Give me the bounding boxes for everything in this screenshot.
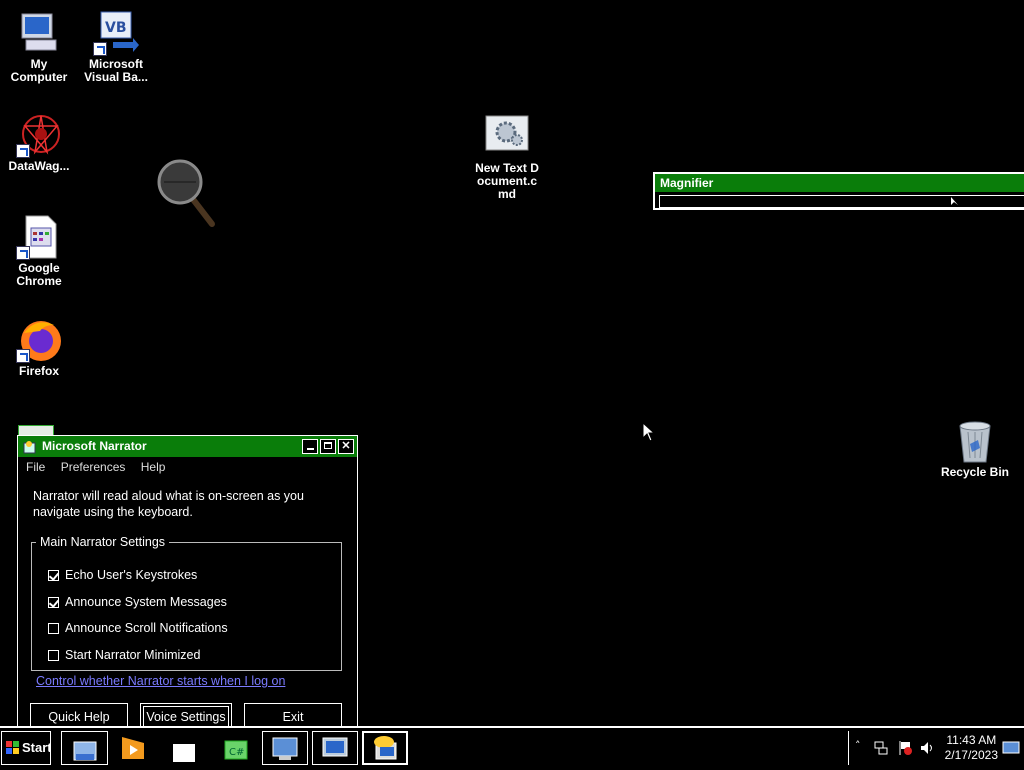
- desktop-icon-label: DataWag...: [8, 159, 70, 173]
- shortcut-arrow-icon: [16, 246, 30, 260]
- start-button[interactable]: Start: [1, 731, 51, 765]
- desktop-icon-label: New Text Document.cmd: [475, 161, 539, 201]
- start-label: Start: [22, 740, 51, 755]
- checkbox-label: Start Narrator Minimized: [65, 648, 201, 662]
- desktop-icon-firefox[interactable]: Firefox: [1, 317, 77, 378]
- desktop-icon-label: Firefox: [18, 364, 59, 378]
- narrator-titlebar[interactable]: Microsoft Narrator ✕: [18, 436, 357, 457]
- system-tray: ˄ 11:43 AM 2/17/2023: [848, 731, 1024, 765]
- desktop-icon-chrome[interactable]: Google Chrome: [1, 214, 77, 288]
- close-icon: ✕: [341, 440, 351, 452]
- windows-logo-icon: [6, 741, 19, 754]
- desktop-icon-label: Recycle Bin: [940, 465, 1010, 479]
- checkbox-announce-scroll[interactable]: Announce Scroll Notifications: [48, 621, 228, 635]
- show-desktop-tray-icon[interactable]: [1002, 740, 1020, 756]
- desktop-icon-cmd-file[interactable]: New Text Document.cmd: [469, 114, 545, 201]
- network-tray-icon[interactable]: [873, 740, 889, 756]
- clock[interactable]: 11:43 AM 2/17/2023: [945, 733, 998, 763]
- explorer-icon: [73, 741, 97, 761]
- checkbox-label: Echo User's Keystrokes: [65, 568, 198, 582]
- checkbox-checked-icon[interactable]: [48, 597, 59, 608]
- datawag-icon: [16, 112, 62, 158]
- clock-date: 2/17/2023: [944, 748, 998, 762]
- menu-preferences[interactable]: Preferences: [61, 457, 126, 477]
- main-settings-group: Main Narrator Settings Echo User's Keyst…: [31, 535, 342, 671]
- desktop-icon-label: My Computer: [10, 57, 68, 84]
- desktop-icon-recycle-bin[interactable]: Recycle Bin: [937, 418, 1013, 479]
- narrator-window[interactable]: Microsoft Narrator ✕ File Preferences He…: [17, 435, 358, 733]
- narrator-app-icon: [23, 441, 36, 454]
- desktop-icon-datawag[interactable]: DataWag...: [1, 112, 77, 173]
- checkbox-unchecked-icon[interactable]: [48, 650, 59, 661]
- menu-file[interactable]: File: [26, 457, 45, 477]
- quicklaunch-explorer[interactable]: [61, 731, 108, 765]
- quicklaunch-media[interactable]: [118, 733, 148, 763]
- quicklaunch-network[interactable]: C#: [222, 733, 252, 763]
- minimize-icon: [306, 448, 314, 450]
- desktop-icon-my-computer[interactable]: My Computer: [1, 10, 77, 84]
- media-player-icon: [122, 737, 144, 759]
- checkbox-label: Announce System Messages: [65, 595, 227, 609]
- menu-help[interactable]: Help: [141, 457, 166, 477]
- magnifier-title: Magnifier: [655, 174, 1024, 192]
- minimize-button[interactable]: [302, 439, 318, 454]
- checkbox-announce-system-messages[interactable]: Announce System Messages: [48, 595, 227, 609]
- cursor-icon: [951, 197, 958, 205]
- checkbox-start-minimized[interactable]: Start Narrator Minimized: [48, 648, 200, 662]
- maximize-icon: [324, 442, 332, 449]
- group-label: Main Narrator Settings: [40, 535, 166, 549]
- maximize-button[interactable]: [320, 439, 336, 454]
- clock-time: 11:43 AM: [946, 733, 997, 747]
- action-center-flag-icon[interactable]: [897, 740, 913, 756]
- taskbar-narrator-button[interactable]: [362, 731, 408, 765]
- tray-expand-icon[interactable]: ˄: [855, 739, 861, 752]
- quicklaunch-computer[interactable]: [312, 731, 358, 765]
- taskbar: Start C# ˄ 11:43 AM 2/17/2023: [0, 726, 1024, 768]
- shortcut-arrow-icon: [16, 144, 30, 158]
- quicklaunch-desktop[interactable]: [262, 731, 308, 765]
- desktop-icon-visual-basic[interactable]: VB Microsoft Visual Ba...: [78, 10, 154, 84]
- svg-text:C#: C#: [229, 747, 244, 758]
- show-desktop-icon: [272, 737, 298, 760]
- magnifier-window[interactable]: Magnifier: [653, 172, 1024, 210]
- startup-settings-link[interactable]: Control whether Narrator starts when I l…: [36, 674, 285, 688]
- firefox-icon: [16, 317, 62, 363]
- narrator-taskbar-icon: [374, 736, 397, 760]
- desktop-icon-label: Google Chrome: [16, 261, 62, 288]
- checkbox-checked-icon[interactable]: [48, 570, 59, 581]
- my-computer-icon: [16, 10, 62, 56]
- narrator-description: Narrator will read aloud what is on-scre…: [33, 489, 304, 519]
- narrator-title: Microsoft Narrator: [42, 439, 147, 453]
- shortcut-arrow-icon: [16, 349, 30, 363]
- magnifier-view: [659, 195, 1024, 208]
- magnifier-lens-icon: [157, 159, 215, 227]
- checkbox-unchecked-icon[interactable]: [48, 623, 59, 634]
- recycle-bin-icon: [952, 418, 998, 464]
- network-app-icon: C#: [224, 740, 248, 760]
- chrome-icon: [16, 214, 62, 260]
- desktop-icon-label: Microsoft Visual Ba...: [84, 57, 148, 84]
- narrator-menubar: File Preferences Help: [18, 457, 357, 479]
- mouse-cursor-icon: [642, 422, 656, 442]
- checkbox-label: Announce Scroll Notifications: [65, 621, 228, 635]
- quicklaunch-blank[interactable]: [173, 744, 195, 762]
- close-button[interactable]: ✕: [338, 439, 354, 454]
- visual-basic-icon: VB: [93, 10, 139, 56]
- svg-text:VB: VB: [105, 20, 127, 36]
- volume-icon[interactable]: [919, 740, 935, 756]
- shortcut-arrow-icon: [93, 42, 107, 56]
- cmd-file-icon: [484, 114, 530, 160]
- computer-icon: [322, 737, 348, 757]
- checkbox-echo-keystrokes[interactable]: Echo User's Keystrokes: [48, 568, 197, 582]
